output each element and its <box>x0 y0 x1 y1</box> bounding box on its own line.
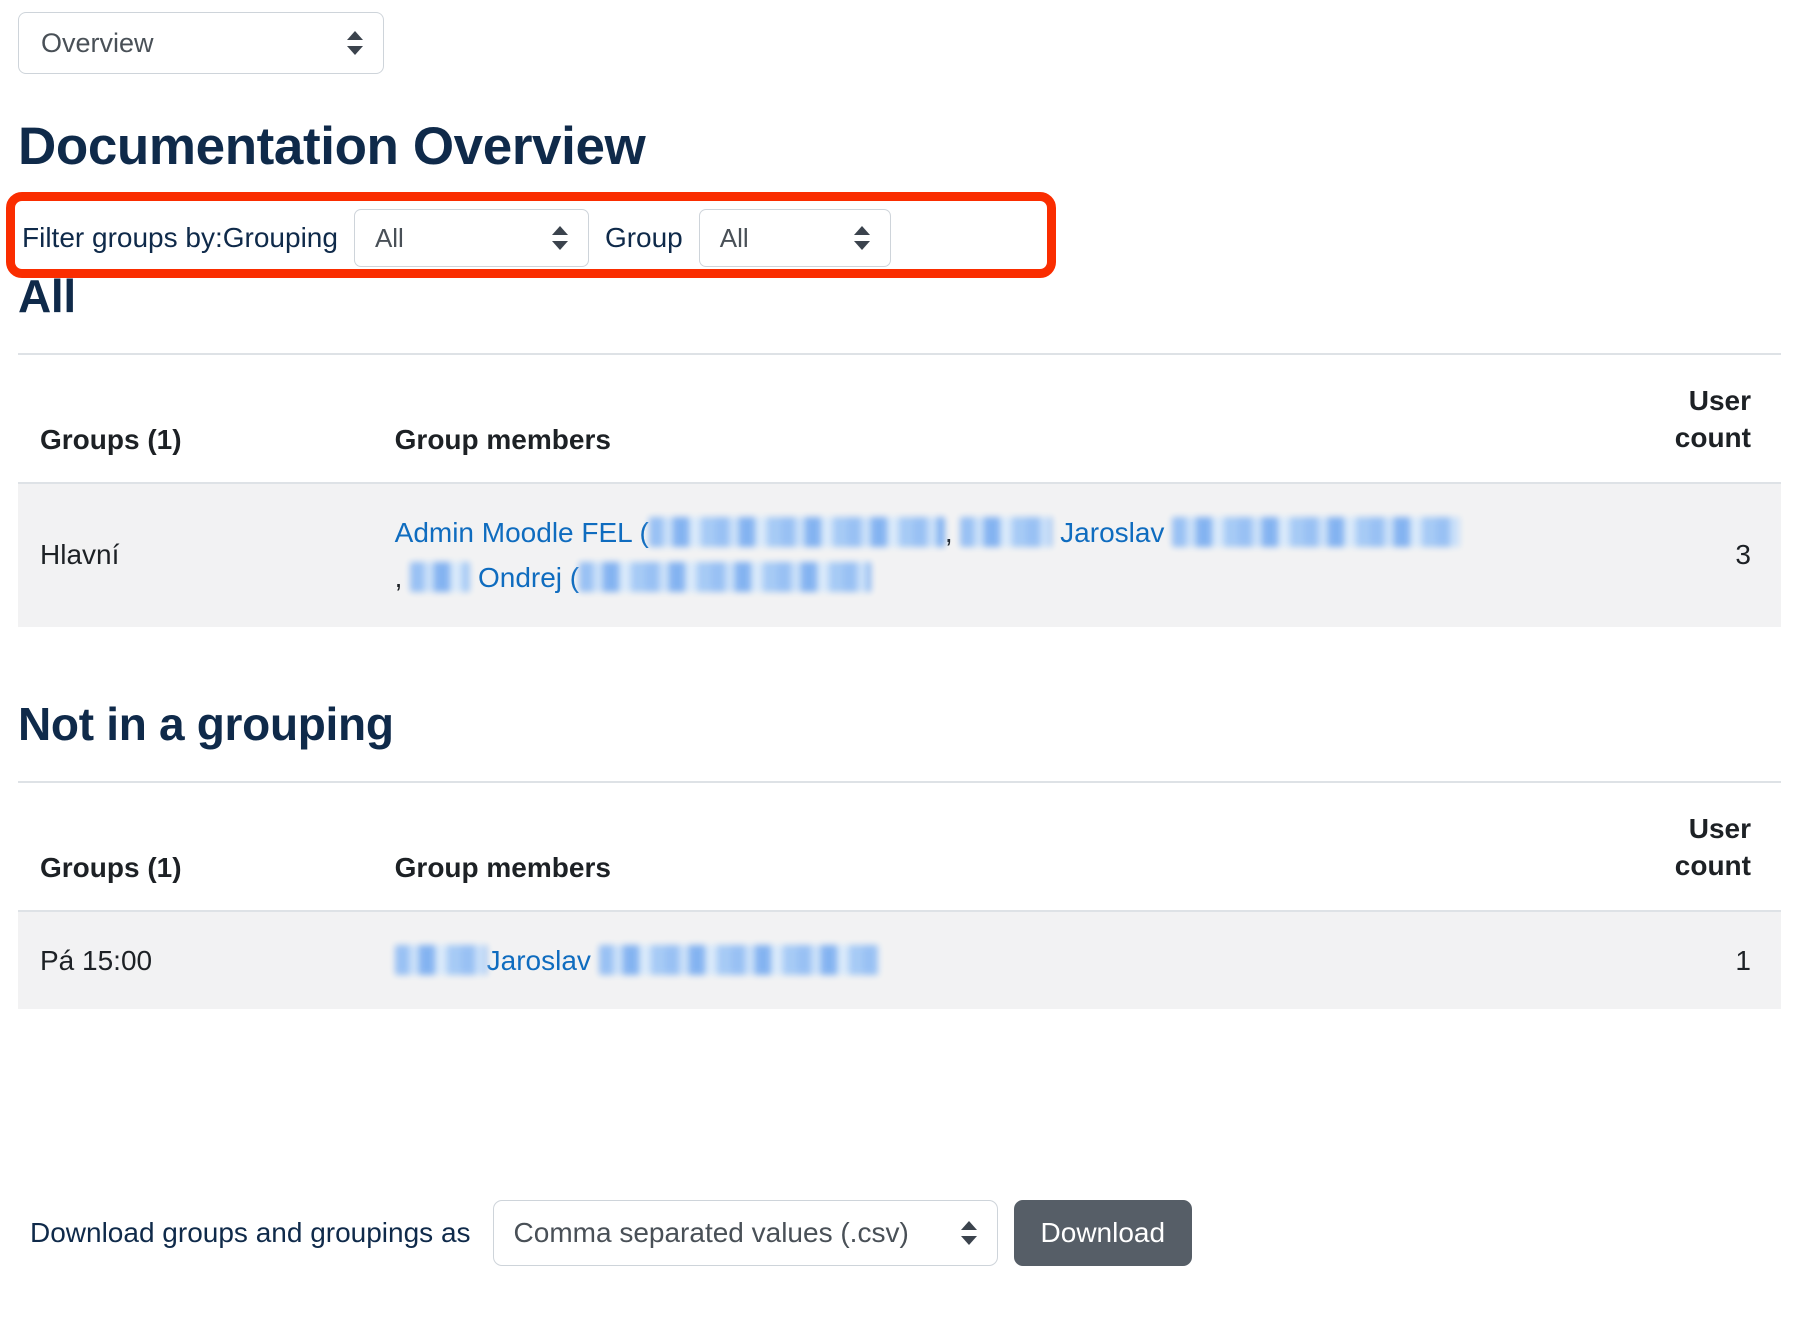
table-header-row: Groups (1) Group members User count <box>18 782 1781 911</box>
download-button[interactable]: Download <box>1014 1200 1193 1266</box>
group-filter-select[interactable]: All <box>699 209 891 267</box>
column-header-members: Group members <box>373 782 1483 911</box>
redacted-text <box>599 945 879 975</box>
redacted-text <box>395 945 487 975</box>
redacted-text <box>960 517 1052 547</box>
cell-user-count: 1 <box>1483 911 1781 1009</box>
member-link[interactable]: Jaroslav <box>1052 517 1172 548</box>
page-title: Documentation Overview <box>18 118 645 176</box>
section-all: All Groups (1) Group members User count … <box>18 272 1781 627</box>
filter-groups-label: Filter groups by:Grouping <box>22 222 338 254</box>
redacted-text <box>649 517 945 547</box>
chevron-updown-icon <box>854 225 870 251</box>
cell-group-name: Pá 15:00 <box>18 911 373 1009</box>
redacted-text <box>410 562 470 592</box>
table-head: Groups (1) Group members User count <box>18 354 1781 483</box>
chevron-updown-icon <box>552 225 568 251</box>
grouping-filter-select[interactable]: All <box>354 209 589 267</box>
table-row: Hlavní Admin Moodle FEL (, Jaroslav , On… <box>18 483 1781 627</box>
jump-menu-value: Overview <box>41 30 154 57</box>
member-separator: , <box>395 562 411 593</box>
cell-group-name: Hlavní <box>18 483 373 627</box>
download-format-select[interactable]: Comma separated values (.csv) <box>493 1200 998 1266</box>
cell-group-members: Admin Moodle FEL (, Jaroslav , Ondrej ( <box>373 483 1483 627</box>
column-header-members: Group members <box>373 354 1483 483</box>
download-format-value: Comma separated values (.csv) <box>514 1219 909 1247</box>
table-body: Hlavní Admin Moodle FEL (, Jaroslav , On… <box>18 483 1781 627</box>
column-header-user-count: User count <box>1483 354 1781 483</box>
section-heading: Not in a grouping <box>18 700 1781 748</box>
table-body: Pá 15:00 Jaroslav 1 <box>18 911 1781 1009</box>
jump-menu-wrapper: Overview <box>18 12 384 74</box>
column-header-user-count: User count <box>1483 782 1781 911</box>
group-filter-label: Group <box>605 222 683 254</box>
member-link[interactable]: Admin Moodle FEL ( <box>395 517 649 548</box>
section-not-in-a-grouping: Not in a grouping Groups (1) Group membe… <box>18 700 1781 1009</box>
groups-table-not-grouping: Groups (1) Group members User count Pá 1… <box>18 781 1781 1009</box>
table-header-row: Groups (1) Group members User count <box>18 354 1781 483</box>
download-bar: Download groups and groupings as Comma s… <box>30 1200 1192 1266</box>
chevron-updown-icon <box>961 1220 977 1246</box>
groups-table-all: Groups (1) Group members User count Hlav… <box>18 353 1781 627</box>
table-head: Groups (1) Group members User count <box>18 782 1781 911</box>
user-count-line1: User <box>1689 385 1751 416</box>
group-filter-value: All <box>720 225 749 251</box>
member-link[interactable]: Ondrej ( <box>470 562 579 593</box>
table-row: Pá 15:00 Jaroslav 1 <box>18 911 1781 1009</box>
redacted-text <box>1172 517 1460 547</box>
user-count-line2: count <box>1675 422 1751 453</box>
chevron-updown-icon <box>347 30 363 56</box>
jump-menu-select[interactable]: Overview <box>18 12 384 74</box>
cell-group-members: Jaroslav <box>373 911 1483 1009</box>
member-separator: , <box>945 517 961 548</box>
page-root: Overview Documentation Overview Filter g… <box>0 0 1800 1332</box>
redacted-text <box>579 562 871 592</box>
grouping-filter-value: All <box>375 225 404 251</box>
section-heading: All <box>18 272 1781 320</box>
filter-groups-bar: Filter groups by:Grouping All Group All <box>22 205 891 271</box>
user-count-line2: count <box>1675 850 1751 881</box>
download-label: Download groups and groupings as <box>30 1217 471 1249</box>
column-header-groups: Groups (1) <box>18 782 373 911</box>
member-link[interactable]: Jaroslav <box>487 945 599 976</box>
user-count-line1: User <box>1689 813 1751 844</box>
cell-user-count: 3 <box>1483 483 1781 627</box>
column-header-groups: Groups (1) <box>18 354 373 483</box>
